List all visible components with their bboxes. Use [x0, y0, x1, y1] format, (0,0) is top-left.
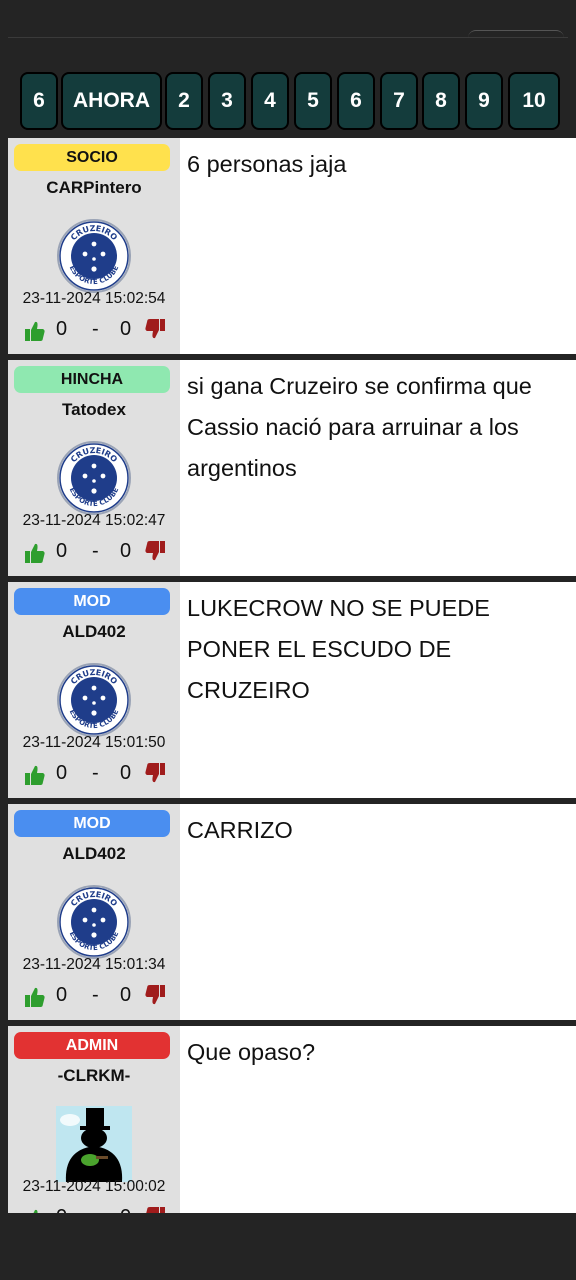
vote-separator: -	[92, 762, 99, 784]
page-8-button[interactable]: 8	[422, 72, 460, 130]
dislikes-count: 0	[120, 540, 132, 562]
thumbs-up-icon[interactable]	[24, 986, 46, 1014]
username[interactable]: CARPintero	[8, 178, 180, 198]
vote-row: 0 - 0	[16, 318, 176, 344]
smoking-frog-tophat-icon	[56, 1106, 132, 1182]
page-2-button[interactable]: 2	[165, 72, 203, 130]
thumbs-down-icon[interactable]	[144, 762, 166, 790]
likes-count: 0	[56, 984, 68, 1006]
comment-feed: SOCIO CARPintero CRUZEIRO ESPORTE CLUBE 2…	[8, 138, 576, 1213]
username[interactable]: -CLRKM-	[8, 1066, 180, 1086]
cruzeiro-crest-icon: CRUZEIRO ESPORTE CLUBE	[56, 884, 132, 960]
username[interactable]: Tatodex	[8, 400, 180, 420]
comment-timestamp: 23-11-2024 15:01:34	[22, 956, 166, 973]
thumbs-up-icon[interactable]	[24, 764, 46, 792]
comment-post: SOCIO CARPintero CRUZEIRO ESPORTE CLUBE 2…	[8, 138, 576, 354]
dislikes-count: 0	[120, 318, 132, 340]
vote-row: 0 - 0	[16, 1206, 176, 1213]
comment-timestamp: 23-11-2024 15:01:50	[22, 734, 166, 751]
likes-count: 0	[56, 762, 68, 784]
comment-text: 6 personas jaja	[187, 151, 347, 177]
comment-author-panel: SOCIO CARPintero CRUZEIRO ESPORTE CLUBE 2…	[8, 138, 180, 354]
pagination-bar: 6 AHORA 2 3 4 5 6 7 8 9 10	[0, 72, 576, 134]
likes-count: 0	[56, 1206, 67, 1213]
comment-author-panel: HINCHA Tatodex CRUZEIRO ESPORTE CLUBE 23-…	[8, 360, 180, 576]
top-pill-outline	[468, 30, 564, 39]
vote-separator: -	[92, 1206, 99, 1213]
page-4-button[interactable]: 4	[251, 72, 289, 130]
role-badge: SOCIO	[14, 144, 170, 171]
thumbs-down-icon[interactable]	[144, 540, 166, 568]
comment-text: LUKECROW NO SE PUEDE PONER EL ESCUDO DE …	[187, 595, 490, 703]
comment-post: ADMIN -CLRKM- 23-11-2024 15:00:02 0 - 0 …	[8, 1026, 576, 1213]
page-7-button[interactable]: 7	[380, 72, 418, 130]
page-now-button[interactable]: AHORA	[61, 72, 162, 130]
role-badge: ADMIN	[14, 1032, 170, 1059]
role-badge: MOD	[14, 810, 170, 837]
thumbs-down-icon[interactable]	[144, 1206, 166, 1213]
comment-author-panel: MOD ALD402 CRUZEIRO ESPORTE CLUBE 23-11-2…	[8, 804, 180, 1020]
page-3-button[interactable]: 3	[208, 72, 246, 130]
comment-post: MOD ALD402 CRUZEIRO ESPORTE CLUBE 23-11-2…	[8, 804, 576, 1020]
comment-timestamp: 23-11-2024 15:02:47	[22, 512, 166, 529]
username[interactable]: ALD402	[8, 622, 180, 642]
role-badge: HINCHA	[14, 366, 170, 393]
comment-timestamp: 23-11-2024 15:00:02	[22, 1178, 166, 1195]
comment-text: si gana Cruzeiro se confirma que Cassio …	[187, 373, 532, 481]
username[interactable]: ALD402	[8, 844, 180, 864]
vote-row: 0 - 0	[16, 984, 176, 1010]
dislikes-count: 0	[120, 1206, 131, 1213]
comment-author-panel: MOD ALD402 CRUZEIRO ESPORTE CLUBE 23-11-2…	[8, 582, 180, 798]
dislikes-count: 0	[120, 984, 132, 1006]
page-9-button[interactable]: 9	[465, 72, 503, 130]
bottom-bar	[0, 1213, 576, 1280]
comment-post: MOD ALD402 CRUZEIRO ESPORTE CLUBE 23-11-2…	[8, 582, 576, 798]
page-6-button[interactable]: 6	[337, 72, 375, 130]
thumbs-up-icon[interactable]	[24, 542, 46, 570]
dislikes-count: 0	[120, 762, 132, 784]
top-app-bar	[0, 0, 576, 38]
comment-text: CARRIZO	[187, 817, 293, 843]
vote-row: 0 - 0	[16, 540, 176, 566]
thumbs-down-icon[interactable]	[144, 984, 166, 1012]
vote-separator: -	[92, 318, 99, 340]
comment-timestamp: 23-11-2024 15:02:54	[22, 290, 166, 307]
comment-post: HINCHA Tatodex CRUZEIRO ESPORTE CLUBE 23-…	[8, 360, 576, 576]
page-10-button[interactable]: 10	[508, 72, 560, 130]
likes-count: 0	[56, 540, 68, 562]
comment-author-panel: ADMIN -CLRKM- 23-11-2024 15:00:02 0 - 0	[8, 1026, 180, 1213]
likes-count: 0	[56, 318, 68, 340]
thumbs-up-icon[interactable]	[24, 320, 46, 348]
vote-separator: -	[92, 984, 99, 1006]
role-badge: MOD	[14, 588, 170, 615]
page-5-button[interactable]: 5	[294, 72, 332, 130]
vote-row: 0 - 0	[16, 762, 176, 788]
thumbs-down-icon[interactable]	[144, 318, 166, 346]
cruzeiro-crest-icon: CRUZEIRO ESPORTE CLUBE	[56, 440, 132, 516]
vote-separator: -	[92, 540, 99, 562]
cruzeiro-crest-icon: CRUZEIRO ESPORTE CLUBE	[56, 218, 132, 294]
cruzeiro-crest-icon: CRUZEIRO ESPORTE CLUBE	[56, 662, 132, 738]
comment-text: Que opaso?	[187, 1039, 316, 1065]
page-count-button[interactable]: 6	[20, 72, 58, 130]
